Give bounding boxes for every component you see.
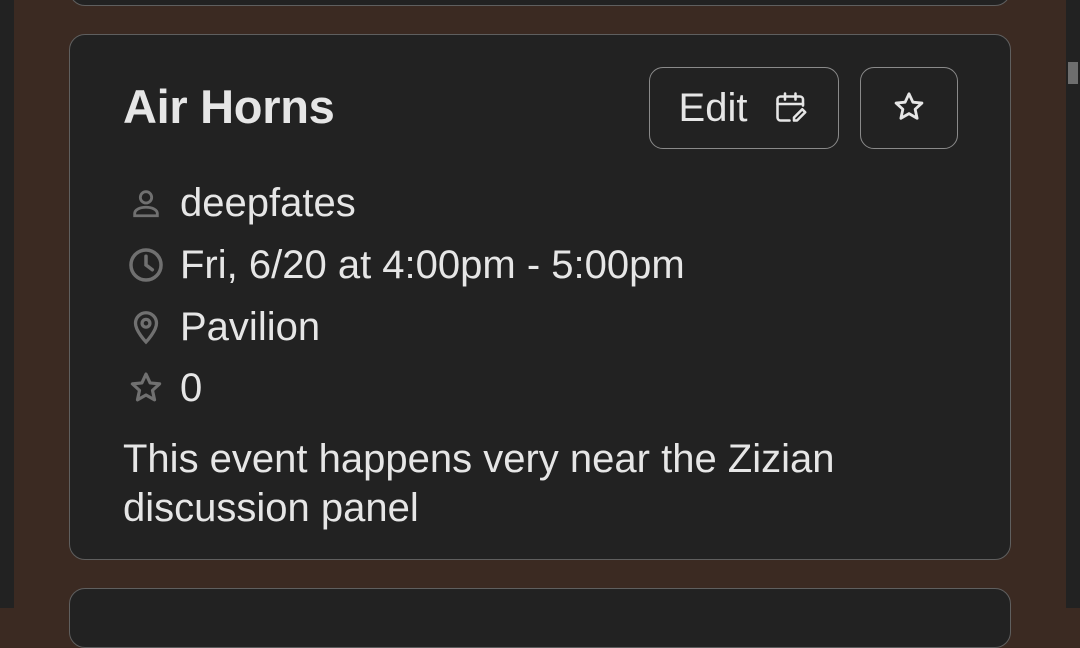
event-card[interactable]: Air Horns Edit deepfates Fri, 6/20 at 4:…	[69, 34, 1011, 560]
event-description: This event happens very near the Zizian …	[123, 437, 835, 530]
event-time-row: Fri, 6/20 at 4:00pm - 5:00pm	[126, 243, 685, 287]
event-time: Fri, 6/20 at 4:00pm - 5:00pm	[180, 242, 685, 287]
favorite-button[interactable]	[860, 67, 958, 149]
event-host-row: deepfates	[126, 181, 356, 225]
event-stars-row: 0	[126, 366, 202, 410]
calendar-edit-icon	[773, 89, 809, 128]
event-star-count: 0	[180, 365, 203, 410]
event-host: deepfates	[180, 180, 356, 225]
star-count-icon	[126, 368, 166, 408]
left-page-edge	[0, 0, 14, 608]
event-location-row: Pavilion	[126, 305, 320, 349]
event-title: Air Horns	[123, 80, 335, 133]
clock-icon	[126, 245, 166, 285]
next-event-card[interactable]	[69, 588, 1011, 648]
scrollbar-track[interactable]	[1066, 0, 1080, 608]
scrollbar-thumb[interactable]	[1068, 62, 1078, 84]
edit-button-label: Edit	[678, 85, 748, 130]
event-location: Pavilion	[180, 304, 321, 349]
location-pin-icon	[126, 307, 166, 347]
edit-button[interactable]: Edit	[649, 67, 839, 149]
previous-event-card[interactable]	[69, 0, 1011, 6]
star-outline-icon	[891, 89, 927, 128]
person-icon	[126, 183, 166, 223]
